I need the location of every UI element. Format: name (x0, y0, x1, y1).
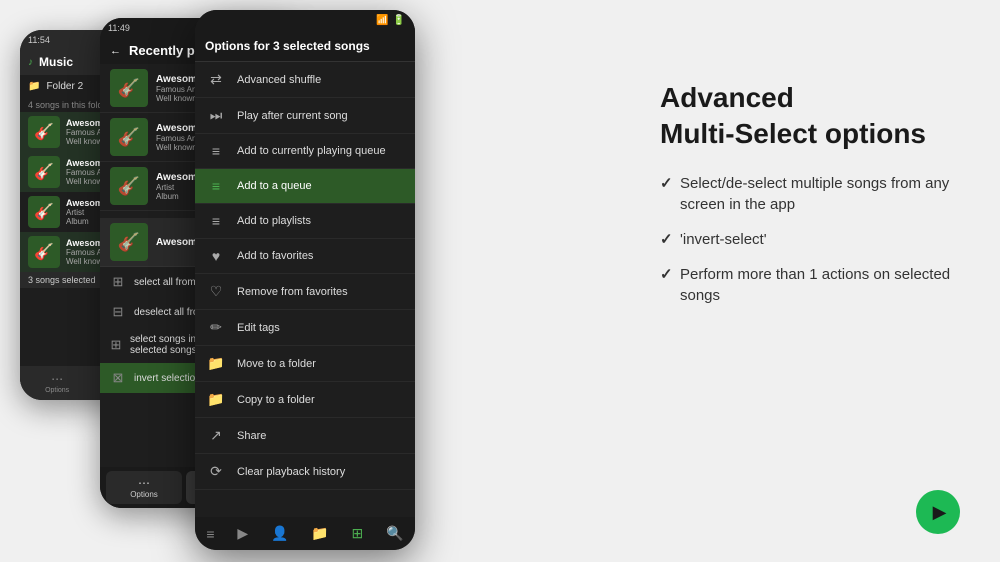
right-panel: Advanced Multi-Select options Select/de-… (660, 80, 960, 320)
share-icon: ↗ (207, 427, 225, 444)
front-status-icons: 📶 🔋 (376, 15, 405, 26)
song-thumb: 🎸 (110, 223, 148, 261)
options-list: ⇄ Advanced shuffle ⏭ Play after current … (195, 62, 415, 497)
feature-item-2: 'invert-select' (660, 229, 960, 250)
opt-label: Remove from favorites (237, 286, 348, 298)
heart-filled-icon: ♥ (207, 248, 225, 264)
copy-folder-icon: 📁 (207, 391, 225, 408)
tab-options[interactable]: ⋯ Options (39, 370, 75, 396)
music-icon: ♪ (28, 57, 33, 68)
opt-add-queue-playing[interactable]: ≡ Add to currently playing queue (195, 134, 415, 169)
opt-delete[interactable]: 🗑 Delete permanently (195, 490, 415, 497)
mid-time: 11:49 (108, 23, 130, 33)
features-list: Select/de-select multiple songs from any… (660, 173, 960, 306)
select-all-icon: ⊞ (110, 274, 126, 290)
tab-user-icon[interactable]: 👤 (263, 521, 296, 546)
play-after-icon: ⏭ (207, 107, 225, 124)
song-thumb: 🎸 (28, 196, 60, 228)
folder-icon: 📁 (28, 81, 40, 92)
front-bottom-bar: ≡ ▶ 👤 📁 ⊞ 🔍 (195, 517, 415, 550)
opt-label: Add to playlists (237, 215, 311, 227)
back-time: 11:54 (28, 35, 50, 45)
opt-label: Add to a queue (237, 180, 312, 192)
queue-playing-icon: ≡ (207, 143, 225, 159)
opt-label: Copy to a folder (237, 394, 315, 406)
options-tab-btn[interactable]: ⋯ Options (106, 471, 182, 504)
front-wifi-icon: 📶 (376, 15, 388, 26)
options-header: Options for 3 selected songs (195, 31, 415, 62)
tab-list-icon[interactable]: ≡ (198, 522, 222, 546)
tab-folder-icon[interactable]: 📁 (303, 521, 336, 546)
song-thumb: 🎸 (110, 69, 148, 107)
opt-remove-favorites[interactable]: ♡ Remove from favorites (195, 274, 415, 310)
opt-label: Play after current song (237, 110, 348, 122)
tab-search-icon[interactable]: 🔍 (378, 521, 411, 546)
song-thumb: 🎸 (28, 116, 60, 148)
options-tab-label: Options (108, 490, 180, 499)
tab-play-icon[interactable]: ▶ (229, 521, 256, 546)
queue-icon: ≡ (207, 178, 225, 194)
back-arrow-icon[interactable]: ← (110, 45, 121, 57)
opt-label: Add to currently playing queue (237, 145, 386, 157)
opt-clear-history[interactable]: ⟳ Clear playback history (195, 454, 415, 490)
opt-add-queue[interactable]: ≡ Add to a queue (195, 169, 415, 204)
opt-share[interactable]: ↗ Share (195, 418, 415, 454)
opt-label: Share (237, 430, 266, 442)
options-tab-icon: ⋯ (108, 476, 180, 490)
heading-line1: Advanced (660, 82, 794, 113)
front-statusbar: 📶 🔋 (195, 10, 415, 31)
move-folder-icon: 📁 (207, 355, 225, 372)
deselect-all-icon: ⊟ (110, 304, 126, 320)
feature-item-1: Select/de-select multiple songs from any… (660, 173, 960, 215)
select-between-icon: ⊞ (110, 337, 122, 353)
history-icon: ⟳ (207, 463, 225, 480)
folder-name: Folder 2 (46, 81, 83, 92)
back-header-title: Music (39, 55, 73, 69)
opt-edit-tags[interactable]: ✏ Edit tags (195, 310, 415, 346)
opt-add-favorites[interactable]: ♥ Add to favorites (195, 239, 415, 274)
song-thumb: 🎸 (28, 156, 60, 188)
song-thumb: 🎸 (28, 236, 60, 268)
tab-select-icon[interactable]: ⊞ (344, 521, 372, 546)
edit-icon: ✏ (207, 319, 225, 336)
opt-label: Clear playback history (237, 466, 345, 478)
front-battery-icon: 🔋 (393, 15, 405, 26)
opt-move-folder[interactable]: 📁 Move to a folder (195, 346, 415, 382)
opt-label: Advanced shuffle (237, 74, 321, 86)
tab-label: Options (45, 387, 69, 394)
adv-item-label: invert selection (134, 373, 201, 384)
opt-label: Add to favorites (237, 250, 313, 262)
right-panel-heading: Advanced Multi-Select options (660, 80, 960, 153)
opt-advanced-shuffle[interactable]: ⇄ Advanced shuffle (195, 62, 415, 98)
opt-play-after[interactable]: ⏭ Play after current song (195, 98, 415, 134)
song-thumb: 🎸 (110, 167, 148, 205)
front-screen: 📶 🔋 Options for 3 selected songs ⇄ Advan… (195, 10, 415, 550)
invert-icon: ⊠ (110, 370, 126, 386)
opt-label: Move to a folder (237, 358, 316, 370)
feature-item-3: Perform more than 1 actions on selected … (660, 264, 960, 306)
shuffle-icon: ⇄ (207, 71, 225, 88)
opt-add-playlists[interactable]: ≡ Add to playlists (195, 204, 415, 239)
opt-label: Edit tags (237, 322, 280, 334)
opt-copy-folder[interactable]: 📁 Copy to a folder (195, 382, 415, 418)
playlists-icon: ≡ (207, 213, 225, 229)
front-phone: 📶 🔋 Options for 3 selected songs ⇄ Advan… (195, 10, 415, 550)
heart-outline-icon: ♡ (207, 283, 225, 300)
options-icon: ⋯ (51, 372, 63, 386)
song-thumb: 🎸 (110, 118, 148, 156)
app-logo (916, 490, 960, 534)
heading-line2: Multi-Select options (660, 118, 926, 149)
